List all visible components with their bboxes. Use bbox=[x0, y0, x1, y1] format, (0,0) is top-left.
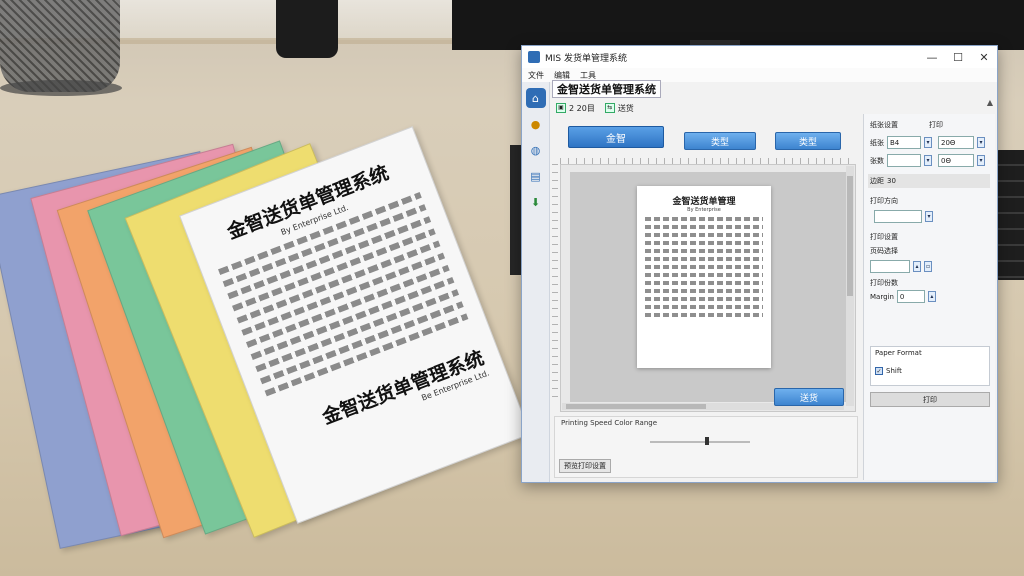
sheet-count-dropdown-icon[interactable]: ▾ bbox=[924, 155, 932, 166]
ruler-left bbox=[552, 164, 558, 404]
vertical-scrollbar[interactable] bbox=[846, 166, 854, 406]
shift-label: Shift bbox=[886, 367, 902, 375]
sheet-count-label: 张数 bbox=[870, 156, 884, 165]
print-settings-label: 打印设置 bbox=[870, 233, 898, 241]
preview-line bbox=[645, 265, 763, 269]
paper-count-input[interactable]: 20Θ bbox=[938, 136, 974, 149]
speaker bbox=[276, 0, 338, 58]
tab-list[interactable]: ▣ 2 20目 bbox=[556, 103, 595, 114]
margin-value: 30 bbox=[887, 177, 896, 185]
tab-delivery-icon: ⇆ bbox=[604, 103, 615, 113]
pen-holder bbox=[0, 0, 120, 92]
app-window: MIS 发货单管理系统 — ☐ ✕ 文件 编辑 工具 ⌂ ● ◍ ▤ ⬇ 金智送… bbox=[521, 45, 998, 483]
paper-size-input[interactable]: B4 bbox=[887, 136, 921, 149]
app-title: 金智送货单管理系统 bbox=[552, 80, 661, 98]
shift-checkbox[interactable]: ✓ bbox=[875, 367, 883, 375]
paper-format-title: Paper Format bbox=[875, 349, 922, 357]
scroll-up-icon[interactable]: ▲ bbox=[987, 98, 993, 107]
preview-line bbox=[645, 313, 763, 317]
tab-list-label: 2 20目 bbox=[569, 103, 595, 113]
preview-line bbox=[645, 257, 763, 261]
tab-delivery-label: 送货 bbox=[617, 103, 634, 113]
preview-send-button[interactable]: 送货 bbox=[774, 388, 844, 406]
copies-spinner-icon[interactable]: ▴ bbox=[927, 291, 936, 302]
print-options-label: Printing Speed Color Range bbox=[561, 419, 658, 427]
preview-line bbox=[645, 305, 763, 309]
settings-panel: 纸张设置 打印 纸张 B4 ▾ 20Θ ▾ 张数 ▾ 0Θ ▾ 边距 30 打印… bbox=[863, 114, 995, 480]
slider-knob[interactable] bbox=[705, 437, 709, 445]
preview-page[interactable]: 金智送货单管理 By Enterprise bbox=[637, 186, 771, 368]
horizontal-scroll-thumb[interactable] bbox=[566, 404, 706, 409]
print-button[interactable]: 打印 bbox=[870, 392, 990, 407]
settings-header-right: 打印 bbox=[929, 121, 943, 129]
keyboard bbox=[995, 150, 1024, 280]
download-icon[interactable]: ⬇ bbox=[526, 192, 546, 212]
type-button-2[interactable]: 类型 bbox=[775, 132, 841, 150]
preview-page-title: 金智送货单管理 bbox=[672, 197, 736, 207]
minimize-button[interactable]: — bbox=[919, 46, 945, 68]
preview-line bbox=[645, 281, 763, 285]
page-select-spinner-icon[interactable]: ▴ bbox=[913, 261, 921, 272]
copies-input[interactable]: 0 bbox=[896, 290, 925, 303]
pen-holder-rim bbox=[0, 80, 122, 96]
maximize-button[interactable]: ☐ bbox=[945, 46, 971, 68]
orientation-dropdown-icon[interactable]: ▾ bbox=[925, 211, 933, 222]
app-icon bbox=[528, 51, 540, 63]
speed-slider[interactable] bbox=[650, 437, 750, 445]
tab-list-icon: ▣ bbox=[556, 103, 566, 113]
copies-label: 打印份数 bbox=[870, 279, 898, 287]
window-title: MIS 发货单管理系统 bbox=[545, 53, 627, 64]
paper-count-dropdown-icon[interactable]: ▾ bbox=[977, 137, 985, 148]
margin-label: 边距 bbox=[870, 177, 884, 185]
menu-edit[interactable]: 编辑 bbox=[554, 70, 570, 81]
paper-format-group: Paper Format ✓ Shift bbox=[870, 346, 990, 386]
left-rail: ⌂ ● ◍ ▤ ⬇ bbox=[522, 82, 550, 482]
primary-button[interactable]: 金智 bbox=[568, 126, 664, 148]
menu-file[interactable]: 文件 bbox=[528, 70, 544, 81]
orientation-label: 打印方向 bbox=[870, 197, 898, 205]
page-select-label: 页码选择 bbox=[870, 247, 898, 255]
app-title-bar: 金智送货单管理系统 bbox=[552, 80, 997, 98]
print-options-panel: Printing Speed Color Range 预览打印设置 bbox=[554, 416, 858, 478]
menu-tools[interactable]: 工具 bbox=[580, 70, 596, 81]
preview-line bbox=[645, 273, 763, 277]
settings-header-left: 纸张设置 bbox=[870, 121, 898, 129]
paper-size-label: 纸张 bbox=[870, 138, 884, 147]
document-icon[interactable]: ▤ bbox=[526, 166, 546, 186]
sheet-count-input[interactable] bbox=[887, 154, 921, 167]
tab-bar: ▣ 2 20目 ⇆ 送货 bbox=[556, 100, 634, 116]
sheet-copies-input[interactable]: 0Θ bbox=[938, 154, 974, 167]
preview-line bbox=[645, 217, 763, 221]
preview-page-subtitle: By Enterprise bbox=[687, 207, 721, 213]
coin-icon[interactable]: ● bbox=[526, 114, 546, 134]
preview-line bbox=[645, 241, 763, 245]
preview-line bbox=[645, 225, 763, 229]
paper-size-dropdown-icon[interactable]: ▾ bbox=[924, 137, 932, 148]
close-button[interactable]: ✕ bbox=[971, 46, 997, 68]
title-bar: MIS 发货单管理系统 — ☐ ✕ bbox=[522, 46, 997, 68]
paper-footer-title: 金智送货单管理系统 bbox=[319, 346, 488, 429]
preview-line bbox=[645, 233, 763, 237]
tab-delivery[interactable]: ⇆ 送货 bbox=[604, 103, 634, 114]
vertical-scroll-thumb[interactable] bbox=[847, 176, 853, 296]
type-button-1[interactable]: 类型 bbox=[684, 132, 756, 150]
globe-icon[interactable]: ◍ bbox=[526, 140, 546, 160]
margin-title: Margin bbox=[870, 292, 894, 301]
page-select-extra-icon[interactable]: ▫ bbox=[924, 261, 932, 272]
sheet-copies-dropdown-icon[interactable]: ▾ bbox=[977, 155, 985, 166]
preview-line bbox=[645, 289, 763, 293]
page-select-input[interactable] bbox=[870, 260, 910, 273]
home-icon[interactable]: ⌂ bbox=[525, 88, 546, 108]
orientation-select[interactable] bbox=[874, 210, 922, 223]
preview-line bbox=[645, 249, 763, 253]
preview-line bbox=[645, 297, 763, 301]
print-settings-button[interactable]: 预览打印设置 bbox=[559, 459, 611, 473]
